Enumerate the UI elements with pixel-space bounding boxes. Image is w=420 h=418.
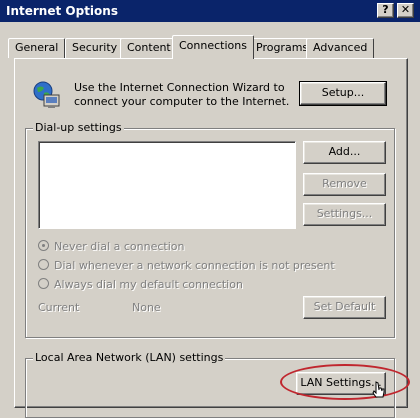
add-button-label: Add... [328,145,361,158]
window-title: Internet Options [6,4,118,18]
lan-settings-legend: Local Area Network (LAN) settings [33,351,226,364]
radio-unselected-icon [38,278,49,289]
set-default-button-label: Set Default [313,300,376,313]
radio-never-dial[interactable]: Never dial a connection [38,240,184,253]
tab-label: Connections [179,39,247,52]
current-connection-value: None [132,301,161,314]
radio-always-dial[interactable]: Always dial my default connection [38,278,243,291]
current-connection-label: Current [38,301,80,314]
radio-label: Always dial my default connection [54,278,243,291]
help-icon: ? [382,3,389,16]
settings-button[interactable]: Settings... [303,203,386,226]
tab-general[interactable]: General [8,38,66,58]
help-button[interactable]: ? [377,3,394,18]
tab-advanced[interactable]: Advanced [306,38,375,58]
highlight-annotation-ellipse [280,364,410,400]
set-default-button[interactable]: Set Default [303,296,386,319]
remove-button-label: Remove [322,177,367,190]
radio-unselected-icon [38,259,49,270]
tab-security[interactable]: Security [65,38,125,58]
tab-content[interactable]: Content [120,38,178,58]
close-button[interactable]: ✕ [397,3,414,18]
tab-label: General [15,41,59,54]
title-bar: Internet Options ? ✕ [0,0,420,22]
tab-label: Advanced [313,41,368,54]
connection-wizard-icon [33,81,60,108]
wizard-line-1: Use the Internet Connection Wizard to [74,81,285,94]
tab-label: Programs [256,41,309,54]
setup-button[interactable]: Setup... [299,81,387,106]
dialup-settings-legend: Dial-up settings [33,121,124,134]
setup-button-label: Setup... [321,86,365,99]
mouse-pointer-icon [372,381,385,398]
radio-selected-icon [38,240,49,251]
wizard-description: Use the Internet Connection Wizard to co… [74,81,289,109]
radio-dial-when-no-network[interactable]: Dial whenever a network connection is no… [38,259,335,272]
settings-button-label: Settings... [316,207,373,220]
tab-connections[interactable]: Connections [172,35,254,59]
close-icon: ✕ [400,3,411,16]
add-button[interactable]: Add... [303,141,386,164]
radio-label: Dial whenever a network connection is no… [54,259,335,272]
radio-label: Never dial a connection [54,240,185,253]
remove-button[interactable]: Remove [303,173,386,196]
wizard-line-2: connect your computer to the Internet. [74,95,290,108]
tab-label: Content [127,41,171,54]
tab-label: Security [72,41,118,54]
dialup-connections-list[interactable] [38,141,296,229]
